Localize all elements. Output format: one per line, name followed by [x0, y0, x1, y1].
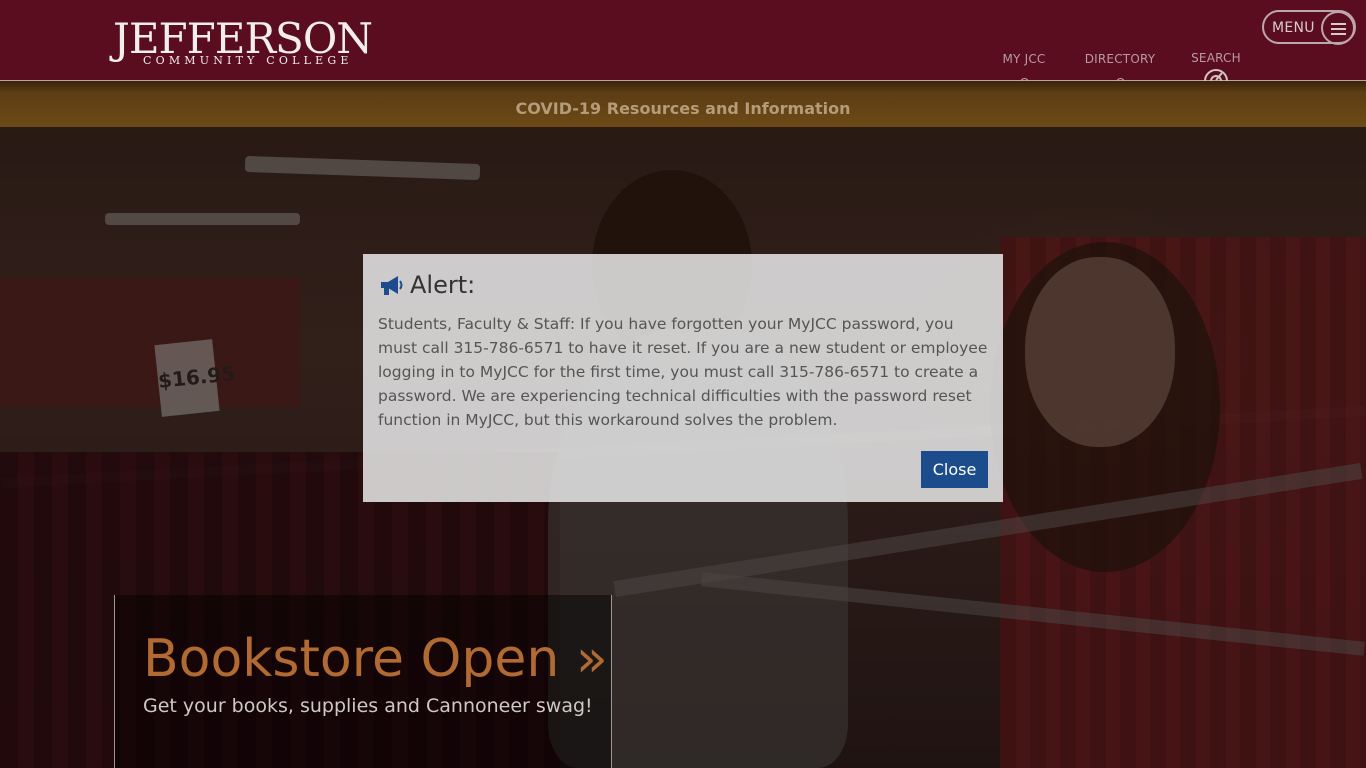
hero-title[interactable]: Bookstore Open » [143, 629, 608, 689]
alert-message: Students, Faculty & Staff: If you have f… [378, 315, 988, 429]
hero-caption[interactable]: Bookstore Open » Get your books, supplie… [114, 595, 612, 768]
site-header: JEFFERSON COMMUNITY COLLEGE MY JCC DIREC… [0, 0, 1366, 93]
alert-header: Alert: [378, 271, 475, 299]
nav-label-directory: DIRECTORY [1084, 52, 1156, 66]
covid-banner: COVID-19 Resources and Information [0, 81, 1366, 127]
megaphone-icon [378, 272, 404, 298]
covid-resources-link[interactable]: COVID-19 Resources and Information [515, 99, 850, 118]
nav-label-myjcc: MY JCC [1002, 52, 1046, 66]
college-logo[interactable]: JEFFERSON COMMUNITY COLLEGE [113, 18, 373, 70]
nav-label-search: SEARCH [1191, 51, 1241, 65]
hamburger-icon[interactable] [1321, 11, 1355, 45]
hero-subtitle: Get your books, supplies and Cannoneer s… [143, 695, 593, 717]
alert-title: Alert: [410, 271, 476, 299]
close-button[interactable]: Close [921, 451, 988, 488]
logo-subtitle: COMMUNITY COLLEGE [143, 54, 353, 67]
menu-label: MENU [1272, 20, 1315, 36]
menu-button[interactable]: MENU [1262, 10, 1356, 45]
alert-modal: Alert: Students, Faculty & Staff: If you… [363, 254, 1003, 502]
